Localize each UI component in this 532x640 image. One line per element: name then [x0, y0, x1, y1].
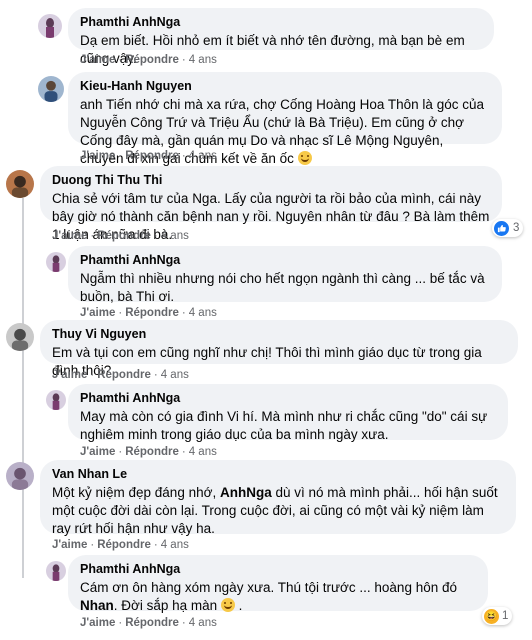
comment-bubble: Thuy Vi Nguyen Em và tụi con em cũng ngh… [40, 320, 518, 378]
reply-button[interactable]: Répondre [125, 446, 179, 458]
separator: · [153, 230, 158, 242]
reaction-summary[interactable]: 3 [492, 219, 524, 237]
timestamp[interactable]: 4 ans [189, 54, 217, 66]
like-button[interactable]: J'aime [80, 446, 115, 458]
haha-icon: 😆 [484, 608, 499, 624]
author-name[interactable]: Phamthi AnhNga [80, 561, 476, 577]
separator: · [153, 369, 158, 381]
author-name[interactable]: Thuy Vi Nguyen [52, 326, 506, 342]
separator: · [118, 617, 123, 629]
like-button[interactable]: J'aime [80, 150, 115, 162]
reply-button[interactable]: Répondre [97, 539, 151, 551]
separator: · [153, 539, 158, 551]
text-span: . Đời sắp hạ màn [113, 598, 218, 613]
separator: · [181, 617, 186, 629]
reply-button[interactable]: Répondre [97, 230, 151, 242]
text-span: Ngẫm thì nhiều nhưng nói cho hết ngọn ng… [80, 271, 485, 304]
author-name[interactable]: Duong Thi Thu Thi [52, 172, 490, 188]
separator: · [118, 446, 123, 458]
avatar[interactable] [38, 14, 62, 38]
comment-bubble: Phamthi AnhNga Cám ơn ôn hàng xóm ngày x… [68, 555, 488, 613]
like-button[interactable]: J'aime [80, 307, 115, 319]
like-button[interactable]: J'aime [80, 617, 115, 629]
comment-actions: J'aime · Répondre · 4 ans [80, 54, 217, 66]
timestamp[interactable]: 4 ans [161, 369, 189, 381]
comment-actions: J'aime · Répondre · 4 ans [80, 446, 217, 458]
avatar[interactable] [6, 462, 34, 490]
timestamp[interactable]: 4 ans [189, 150, 217, 162]
comment-bubble: Phamthi AnhNga Dạ em biết. Hồi nhỏ em ít… [68, 8, 494, 66]
reaction-count: 3 [513, 222, 520, 234]
separator: · [181, 150, 186, 162]
smile-emoji [220, 598, 235, 612]
like-button[interactable]: J'aime [52, 230, 87, 242]
thread-line [22, 198, 24, 578]
comment-actions: J'aime · Répondre · 4 ans [80, 307, 217, 319]
separator: · [181, 307, 186, 319]
avatar[interactable] [46, 561, 66, 581]
author-name[interactable]: Van Nhan Le [52, 466, 504, 482]
like-button[interactable]: J'aime [52, 369, 87, 381]
comment-actions: J'aime · Répondre · 4 ans [52, 369, 189, 381]
separator: · [181, 54, 186, 66]
comment-text: Cám ơn ôn hàng xóm ngày xưa. Thú tội trư… [80, 579, 476, 615]
author-name[interactable]: Phamthi AnhNga [80, 390, 496, 406]
comment-text: May mà còn có gia đình Vi hí. Mà mình nh… [80, 408, 496, 444]
reaction-summary[interactable]: 😆 1 [482, 607, 513, 625]
reaction-count: 1 [502, 610, 509, 622]
text-span: Một kỷ niệm đẹp đáng nhớ, [52, 485, 220, 500]
comment-bubble: Van Nhan Le Một kỷ niệm đẹp đáng nhớ, An… [40, 460, 516, 536]
timestamp[interactable]: 4 ans [189, 307, 217, 319]
trailing-text: . [234, 598, 243, 613]
timestamp[interactable]: 4 ans [161, 230, 189, 242]
separator: · [90, 539, 95, 551]
separator: · [118, 54, 123, 66]
comment-bubble: Kieu-Hanh Nguyen anh Tiến nhớ chi mà xa … [68, 72, 502, 166]
reply-button[interactable]: Répondre [125, 307, 179, 319]
mention-text[interactable]: AnhNga [220, 485, 272, 500]
avatar[interactable] [46, 390, 66, 410]
text-span: Cám ơn ôn hàng xóm ngày xưa. Thú tội trư… [80, 580, 457, 595]
timestamp[interactable]: 4 ans [189, 617, 217, 629]
comment-text: Ngẫm thì nhiều nhưng nói cho hết ngọn ng… [80, 270, 490, 306]
comment-actions: J'aime · Répondre · 4 ans [80, 617, 217, 629]
reply-button[interactable]: Répondre [125, 54, 179, 66]
avatar[interactable] [6, 323, 34, 351]
reply-button[interactable]: Répondre [125, 150, 179, 162]
avatar[interactable] [38, 76, 64, 102]
like-button[interactable]: J'aime [80, 54, 115, 66]
avatar[interactable] [6, 170, 34, 198]
comment-text: Một kỷ niệm đẹp đáng nhớ, AnhNga dù vì n… [52, 484, 504, 538]
separator: · [90, 230, 95, 242]
grin-emoji [297, 151, 312, 165]
comment-bubble: Phamthi AnhNga May mà còn có gia đình Vi… [68, 384, 508, 442]
author-name[interactable]: Kieu-Hanh Nguyen [80, 78, 490, 94]
timestamp[interactable]: 4 ans [161, 539, 189, 551]
comment-actions: J'aime · Répondre · 4 ans [52, 539, 189, 551]
author-name[interactable]: Phamthi AnhNga [80, 252, 490, 268]
timestamp[interactable]: 4 ans [189, 446, 217, 458]
separator: · [118, 150, 123, 162]
mention-text[interactable]: Nhan [80, 598, 114, 613]
text-span: May mà còn có gia đình Vi hí. Mà mình nh… [80, 409, 488, 442]
comment-bubble: Duong Thi Thu Thi Chia sẻ với tâm tư của… [40, 166, 502, 242]
reply-button[interactable]: Répondre [125, 617, 179, 629]
like-button[interactable]: J'aime [52, 539, 87, 551]
thumbs-up-icon [494, 220, 509, 236]
reply-button[interactable]: Répondre [97, 369, 151, 381]
comment-actions: J'aime · Répondre · 4 ans [52, 230, 189, 242]
author-name[interactable]: Phamthi AnhNga [80, 14, 482, 30]
comment-bubble: Phamthi AnhNga Ngẫm thì nhiều nhưng nói … [68, 246, 502, 304]
comment-actions: J'aime · Répondre · 4 ans [80, 150, 217, 162]
separator: · [90, 369, 95, 381]
avatar[interactable] [46, 252, 66, 272]
separator: · [181, 446, 186, 458]
separator: · [118, 307, 123, 319]
